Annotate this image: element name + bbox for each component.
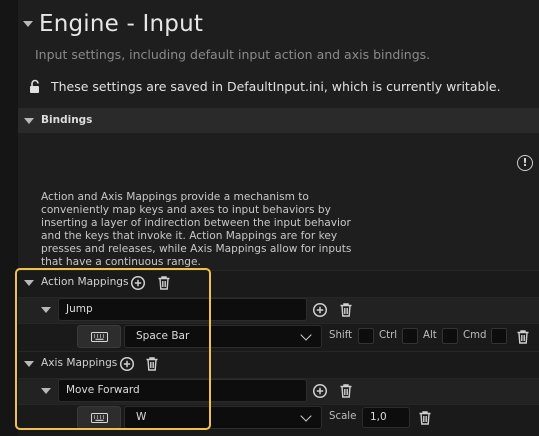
ctrl-checkbox[interactable]: [402, 328, 418, 344]
delete-key-icon[interactable]: [515, 329, 531, 345]
highlight-box: [15, 268, 211, 430]
alt-checkbox[interactable]: [442, 328, 458, 344]
bindings-section-label: Bindings: [41, 114, 93, 126]
page-subtitle: Input settings, including default input …: [35, 47, 431, 62]
delete-jump-icon[interactable]: [338, 302, 354, 318]
bindings-section-header[interactable]: [18, 108, 539, 133]
info-icon[interactable]: !: [517, 155, 533, 171]
delete-move-forward-icon[interactable]: [338, 383, 354, 399]
saved-notice: These settings are saved in DefaultInput…: [51, 79, 501, 94]
cmd-label: Cmd: [463, 330, 487, 341]
shift-label: Shift: [329, 330, 353, 341]
bindings-description: Action and Axis Mappings provide a mecha…: [41, 191, 352, 268]
collapse-bindings-icon[interactable]: [24, 118, 34, 124]
delete-axis-key-icon[interactable]: [417, 410, 433, 426]
unlock-icon: [30, 79, 39, 93]
page-title: Engine - Input: [39, 11, 204, 37]
add-jump-key-icon[interactable]: [312, 302, 328, 318]
cmd-checkbox[interactable]: [491, 328, 507, 344]
scale-input[interactable]: 1,0: [362, 407, 410, 428]
scale-label: Scale: [329, 411, 357, 422]
collapse-engine-input-icon[interactable]: [23, 21, 33, 27]
add-move-forward-key-icon[interactable]: [312, 383, 328, 399]
ctrl-label: Ctrl: [379, 330, 398, 341]
alt-label: Alt: [423, 330, 437, 341]
shift-checkbox[interactable]: [358, 328, 374, 344]
